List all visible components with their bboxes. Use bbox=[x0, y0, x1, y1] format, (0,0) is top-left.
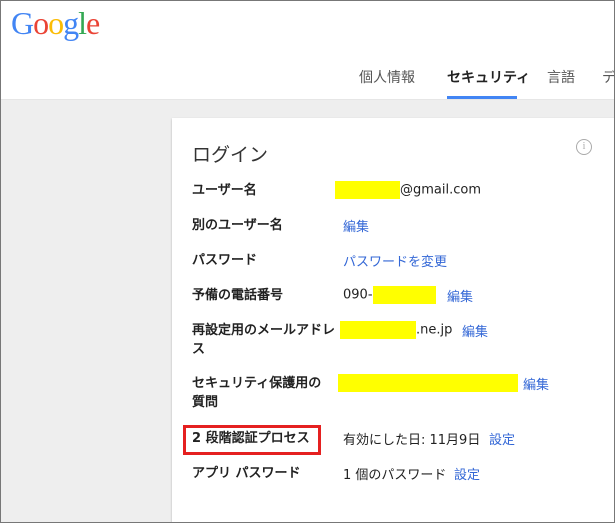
backup-phone-edit-link[interactable]: 編集 bbox=[447, 286, 473, 305]
phone-prefix: 090- bbox=[343, 287, 373, 303]
username-value: @gmail.com bbox=[335, 181, 481, 199]
info-icon[interactable]: i bbox=[576, 139, 592, 155]
logo-letter: l bbox=[78, 5, 87, 41]
recovery-email-value: .ne.jp bbox=[340, 321, 452, 339]
account-tabs: 個人情報 セキュリティ 言語 デ bbox=[1, 63, 614, 99]
logo-letter: e bbox=[86, 5, 100, 41]
recovery-email-label: 再設定用のメールアドレス bbox=[192, 323, 336, 357]
logo-letter: o bbox=[48, 5, 64, 41]
active-tab-indicator bbox=[447, 96, 517, 99]
backup-phone-value: 090- bbox=[343, 286, 436, 304]
signin-card: ログイン i ユーザー名 @gmail.com 別のユーザー名 編集 パスワード… bbox=[172, 118, 614, 522]
redacted-block bbox=[335, 181, 400, 199]
recovery-email-domain: .ne.jp bbox=[416, 322, 453, 338]
redacted-block bbox=[338, 374, 518, 392]
card-title: ログイン bbox=[192, 144, 269, 166]
red-highlight-box bbox=[183, 425, 321, 455]
alt-username-label: 別のユーザー名 bbox=[192, 218, 283, 233]
recovery-email-edit-link[interactable]: 編集 bbox=[462, 321, 488, 340]
username-domain: @gmail.com bbox=[400, 182, 482, 198]
header: Google 個人情報 セキュリティ 言語 デ bbox=[1, 1, 614, 100]
two-step-status: 有効にした日: 11月9日 bbox=[343, 433, 481, 448]
logo-letter: g bbox=[63, 5, 79, 41]
tab-personal-info[interactable]: 個人情報 bbox=[359, 67, 415, 87]
tab-language[interactable]: 言語 bbox=[547, 67, 575, 87]
app-password-settings-link[interactable]: 設定 bbox=[454, 464, 480, 483]
logo-letter: o bbox=[33, 5, 49, 41]
google-logo[interactable]: Google bbox=[11, 5, 100, 42]
main-content: ログイン i ユーザー名 @gmail.com 別のユーザー名 編集 パスワード… bbox=[1, 100, 614, 522]
username-label: ユーザー名 bbox=[192, 183, 257, 198]
redacted-block bbox=[372, 286, 436, 304]
browser-frame: Google 個人情報 セキュリティ 言語 デ ログイン i ユーザー名 @gm… bbox=[0, 0, 615, 523]
backup-phone-label: 予備の電話番号 bbox=[192, 288, 284, 303]
security-question-label: セキュリティ保護用の質問 bbox=[192, 376, 322, 410]
two-step-settings-link[interactable]: 設定 bbox=[489, 429, 515, 448]
change-password-link[interactable]: パスワードを変更 bbox=[343, 251, 447, 270]
app-password-count: 1 個のパスワード bbox=[343, 468, 447, 483]
password-label: パスワード bbox=[192, 253, 258, 268]
logo-letter: G bbox=[11, 5, 34, 41]
app-password-label: アプリ パスワード bbox=[192, 466, 301, 481]
redacted-block bbox=[340, 321, 416, 339]
tab-security[interactable]: セキュリティ bbox=[447, 67, 530, 87]
security-question-edit-link[interactable]: 編集 bbox=[523, 374, 549, 393]
alt-username-edit-link[interactable]: 編集 bbox=[343, 216, 369, 235]
security-question-value bbox=[338, 374, 518, 392]
tab-data-truncated[interactable]: デ bbox=[602, 67, 614, 87]
